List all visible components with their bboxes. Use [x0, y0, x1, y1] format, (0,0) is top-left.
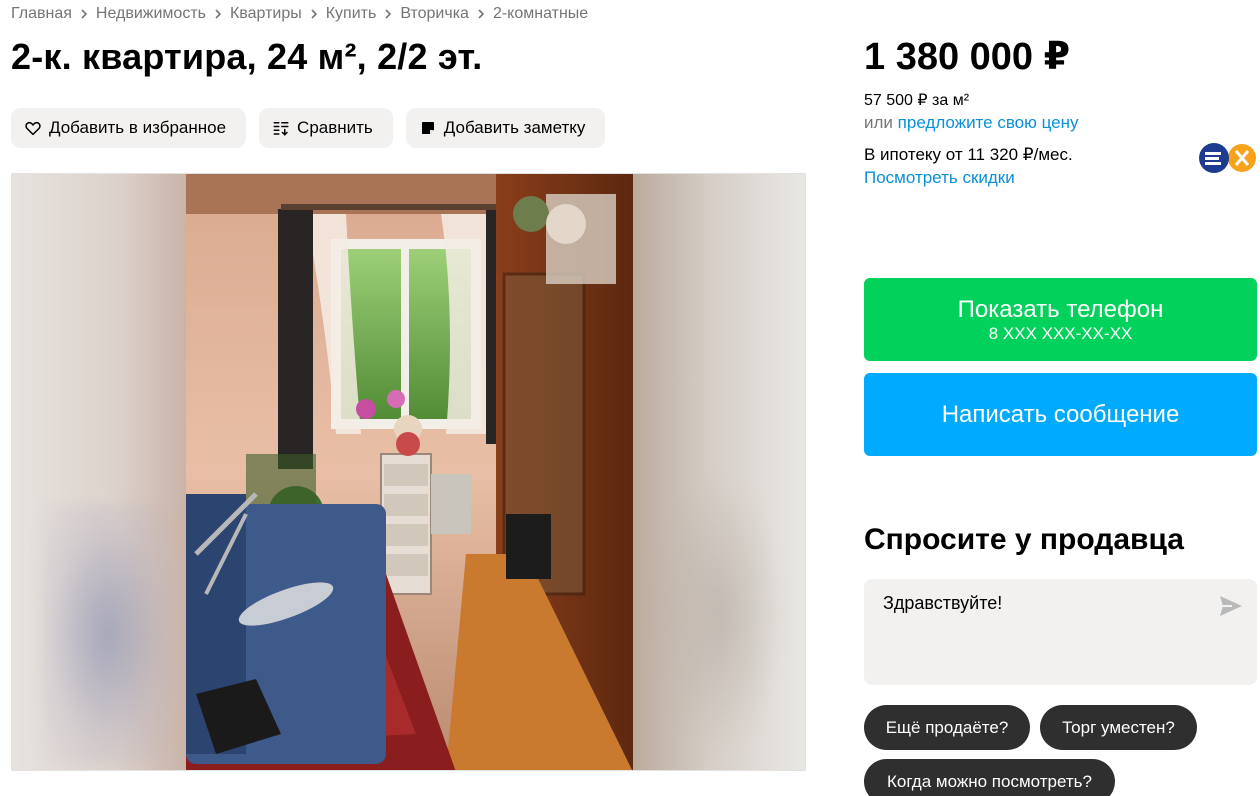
breadcrumb-item-secondary[interactable]: Вторичка	[400, 5, 469, 23]
page-title: 2-к. квартира, 24 м², 2/2 эт.	[11, 36, 483, 77]
breadcrumb-item-flats[interactable]: Квартиры	[230, 5, 302, 23]
ask-seller-title: Спросите у продавца	[864, 523, 1184, 556]
gallery-blur-left	[12, 174, 187, 770]
mortgage-info: В ипотеку от 11 320 ₽/мес.	[864, 145, 1073, 164]
chevron-right-icon	[477, 9, 485, 19]
offer-prefix: или	[864, 113, 893, 132]
discounts-link[interactable]: Посмотреть скидки	[864, 168, 1015, 188]
breadcrumb: Главная Недвижимость Квартиры Купить Вто…	[11, 5, 588, 23]
chevron-right-icon	[384, 9, 392, 19]
phone-mask: 8 XXX XXX-XX-XX	[988, 323, 1133, 343]
price-per-m2: 57 500 ₽ за м²	[864, 92, 970, 109]
compare-button[interactable]: Сравнить	[259, 108, 393, 148]
add-note-label: Добавить заметку	[443, 118, 586, 137]
show-phone-label: Показать телефон	[957, 295, 1164, 323]
add-note-button[interactable]: Добавить заметку	[405, 108, 606, 148]
breadcrumb-item-home[interactable]: Главная	[11, 5, 72, 23]
ask-seller-input[interactable]	[883, 593, 1203, 614]
add-to-favorites-button[interactable]: Добавить в избранное	[11, 108, 247, 148]
photo-gallery[interactable]	[11, 173, 806, 771]
compare-label: Сравнить	[297, 118, 373, 137]
send-icon[interactable]	[1219, 595, 1243, 617]
quick-question-bargain[interactable]: Торг уместен?	[1040, 705, 1197, 750]
chevron-right-icon	[310, 9, 318, 19]
listing-actions: Добавить в избранное Сравнить Добавить з…	[11, 108, 606, 148]
add-to-favorites-label: Добавить в избранное	[49, 118, 227, 137]
compare-icon	[271, 118, 291, 138]
chevron-right-icon	[80, 9, 88, 19]
heart-icon	[23, 118, 43, 138]
breadcrumb-item-realty[interactable]: Недвижимость	[96, 5, 206, 23]
quick-question-still-selling[interactable]: Ещё продаёте?	[864, 705, 1030, 750]
price: 1 380 000 ₽	[864, 36, 1071, 78]
breadcrumb-item-2-rooms[interactable]: 2-комнатные	[493, 5, 588, 23]
listing-photo[interactable]	[186, 174, 633, 770]
offer-price-line: или предложите свою цену	[864, 113, 1079, 133]
breadcrumb-item-buy[interactable]: Купить	[326, 5, 377, 23]
offer-price-link[interactable]: предложите свою цену	[898, 113, 1079, 132]
note-icon	[418, 118, 438, 138]
bank-logo[interactable]	[1198, 143, 1258, 173]
quick-question-viewing-time[interactable]: Когда можно посмотреть?	[864, 759, 1115, 796]
chevron-right-icon	[214, 9, 222, 19]
ask-seller-box	[864, 579, 1257, 685]
gallery-blur-right	[630, 174, 805, 770]
show-phone-button[interactable]: Показать телефон 8 XXX XXX-XX-XX	[864, 278, 1257, 361]
write-message-button[interactable]: Написать сообщение	[864, 373, 1257, 456]
